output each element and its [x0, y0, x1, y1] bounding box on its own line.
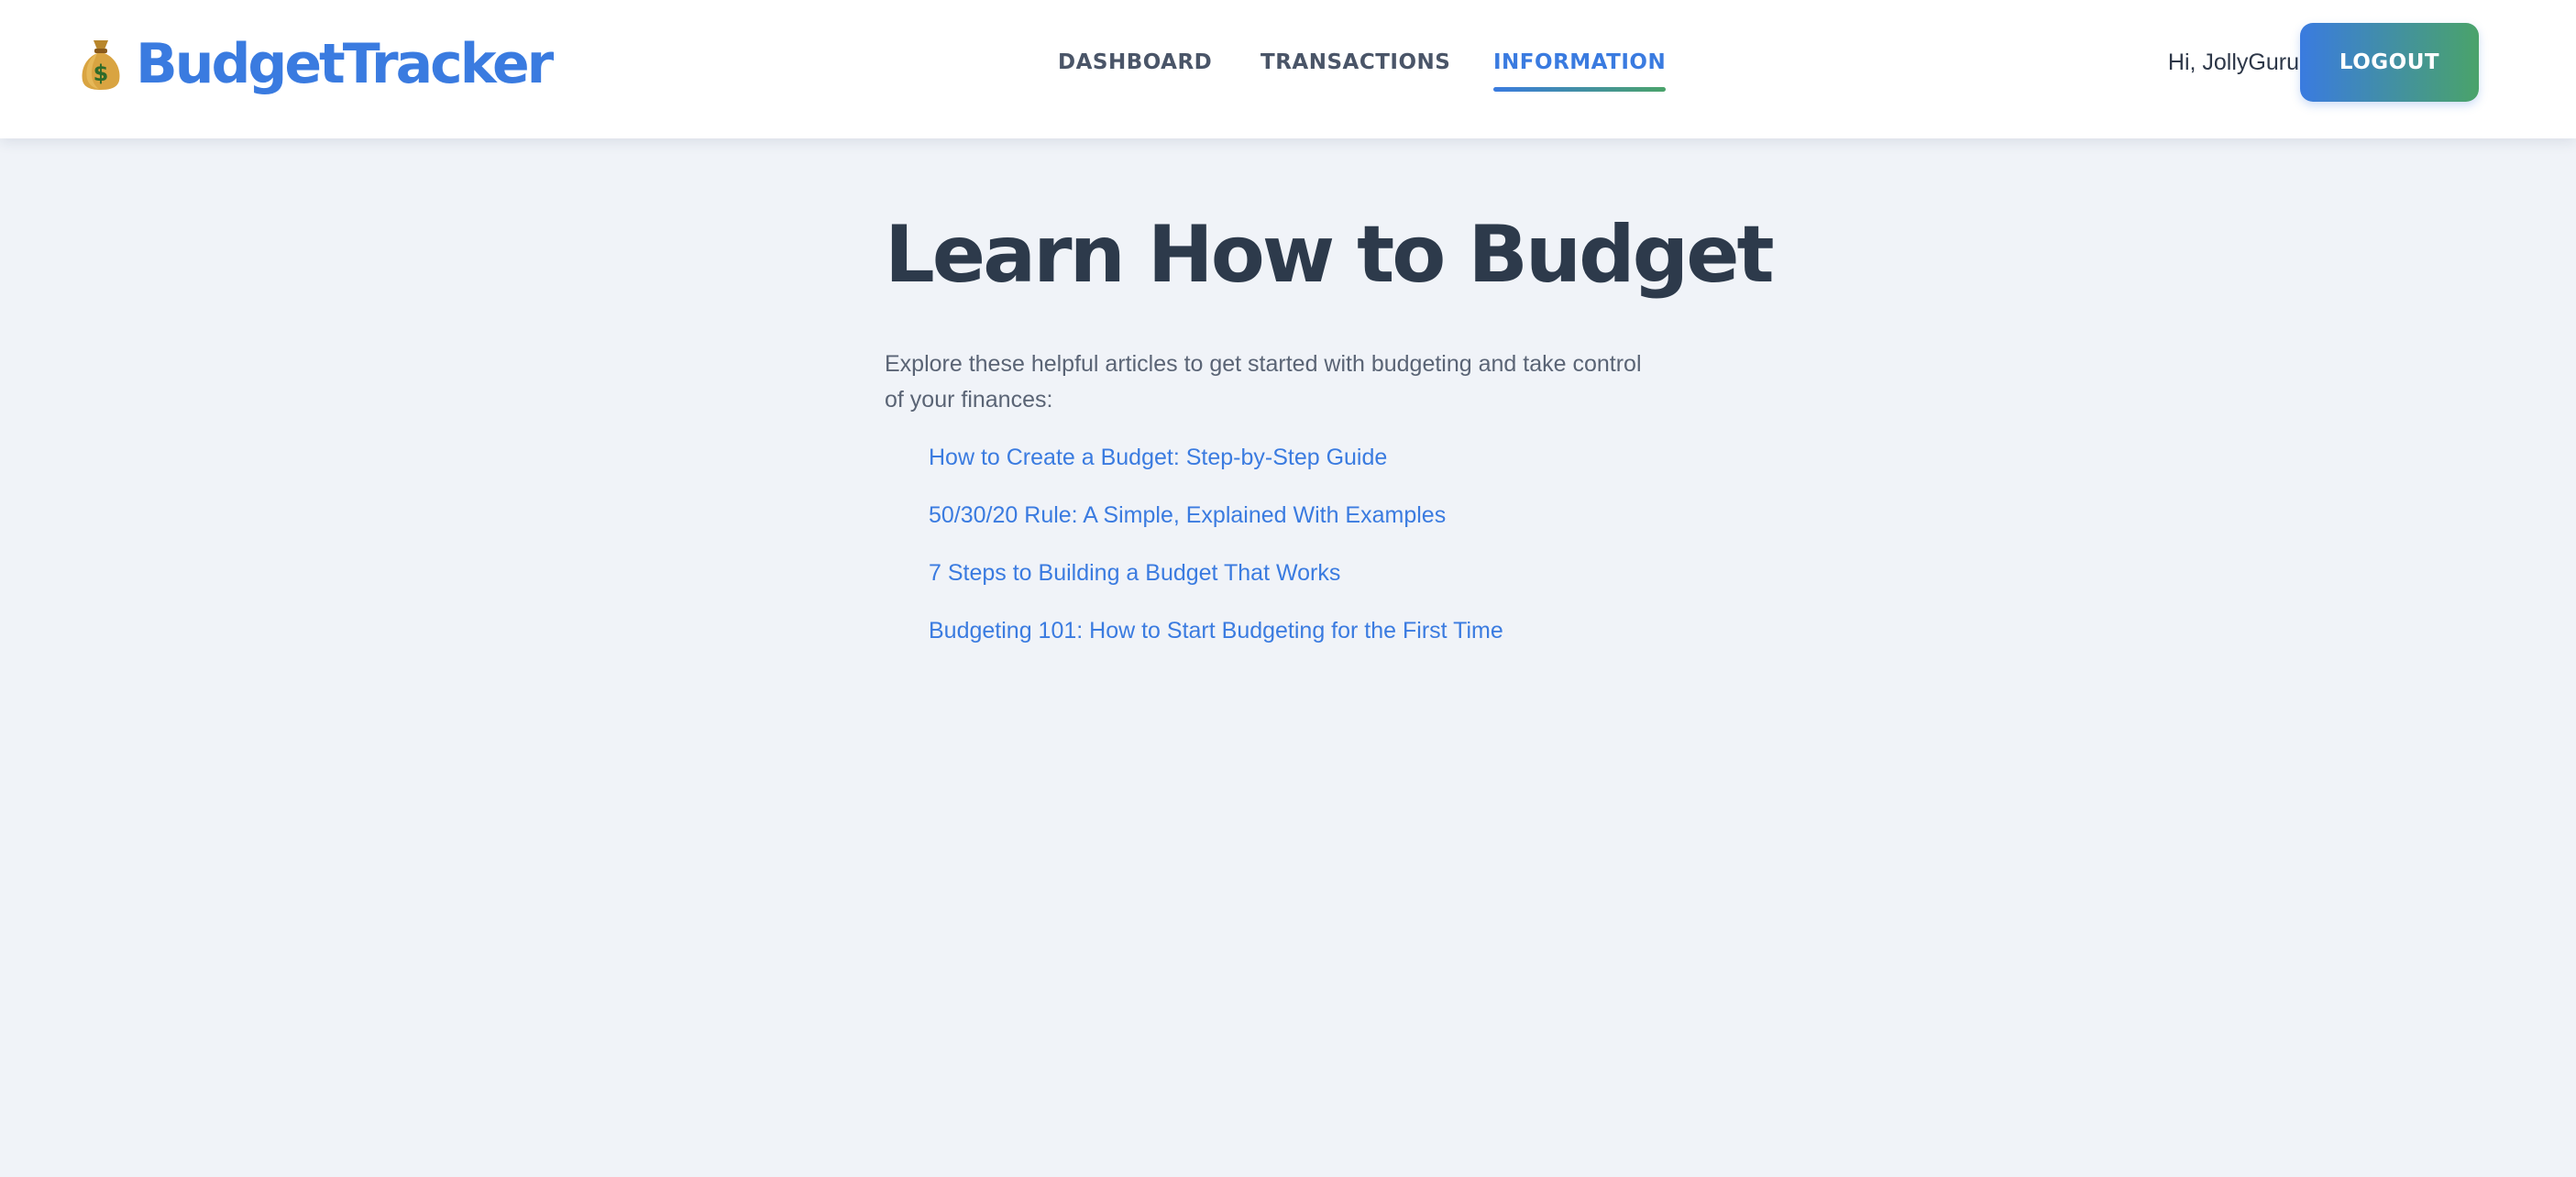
list-item: Budgeting 101: How to Start Budgeting fo… — [929, 602, 1710, 660]
nav-link-information[interactable]: INFORMATION — [1493, 48, 1667, 92]
main-content: Learn How to Budget Explore these helpfu… — [0, 138, 2576, 1177]
budget-info-section: Learn How to Budget Explore these helpfu… — [885, 138, 1775, 660]
nav-link-dashboard[interactable]: DASHBOARD — [1058, 48, 1212, 92]
nav-link-transactions[interactable]: TRANSACTIONS — [1260, 48, 1450, 92]
article-link-7-steps[interactable]: 7 Steps to Building a Budget That Works — [929, 560, 1340, 587]
article-link-create-budget[interactable]: How to Create a Budget: Step-by-Step Gui… — [929, 445, 1387, 471]
brand-logo-link[interactable]: $ BudgetTracker — [79, 31, 554, 97]
article-link-50-30-20-rule[interactable]: 50/30/20 Rule: A Simple, Explained With … — [929, 502, 1446, 529]
article-list: How to Create a Budget: Step-by-Step Gui… — [885, 429, 1710, 660]
list-item: 7 Steps to Building a Budget That Works — [929, 544, 1710, 602]
intro-text: Explore these helpful articles to get st… — [885, 350, 1642, 412]
list-item: 50/30/20 Rule: A Simple, Explained With … — [929, 487, 1710, 544]
user-greeting: Hi, JollyGuru — [2167, 50, 2299, 75]
money-bag-icon: $ — [82, 40, 120, 90]
brand-name: BudgetTracker — [136, 32, 554, 96]
logout-button[interactable]: LOGOUT — [2300, 23, 2479, 102]
list-item: How to Create a Budget: Step-by-Step Gui… — [929, 429, 1710, 487]
article-link-budgeting-101[interactable]: Budgeting 101: How to Start Budgeting fo… — [929, 618, 1503, 644]
svg-text:$: $ — [94, 60, 109, 86]
top-navbar: $ BudgetTracker DASHBOARD TRANSACTIONS I… — [0, 0, 2576, 138]
page-title: Learn How to Budget — [885, 209, 1775, 301]
